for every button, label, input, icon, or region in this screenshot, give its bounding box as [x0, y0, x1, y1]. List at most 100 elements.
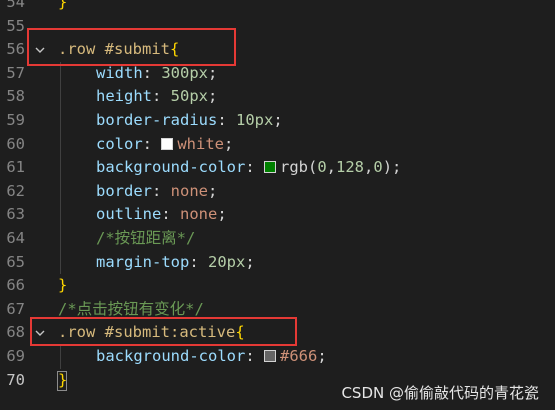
- line-number: 54: [6, 0, 25, 11]
- property-token: background-color: [96, 158, 246, 177]
- punctuation-token: :: [245, 347, 264, 365]
- line-number: 57: [6, 63, 25, 82]
- number-token: 10px: [236, 111, 274, 129]
- punctuation-token: ;: [217, 205, 227, 224]
- punctuation-token: :: [217, 111, 236, 129]
- punctuation-token: :: [152, 181, 171, 200]
- line-number: 65: [6, 252, 25, 271]
- punctuation-token: ;: [208, 87, 218, 106]
- code-line[interactable]: 64 /*按钮距离*/: [0, 227, 555, 251]
- color-swatch[interactable]: [263, 350, 276, 362]
- code-text: /*按钮距离*/: [96, 227, 195, 251]
- comment-token: /*按钮距离*/: [96, 229, 196, 247]
- brace-token: }: [58, 370, 68, 389]
- line-number: 66: [6, 276, 25, 295]
- code-line[interactable]: 60 color: white;: [0, 132, 555, 157]
- line-number: 63: [6, 205, 25, 224]
- brace-token: }: [58, 0, 68, 11]
- highlight-box-submit: [27, 28, 236, 66]
- indent-guide: [60, 179, 61, 204]
- number-token: 20px: [208, 252, 246, 271]
- property-token: outline: [96, 205, 162, 224]
- code-line[interactable]: 63 outline: none;: [0, 203, 555, 227]
- value-token: none: [170, 181, 208, 200]
- line-number: 60: [6, 134, 25, 153]
- code-text: }: [58, 369, 67, 393]
- property-token: color: [96, 134, 143, 153]
- color-swatch[interactable]: [161, 137, 174, 150]
- line-number: 62: [6, 181, 25, 200]
- code-line[interactable]: 62 border: none;: [0, 179, 555, 204]
- line-number: 58: [6, 87, 25, 106]
- line-number: 70: [6, 370, 25, 389]
- indent-guide: [60, 156, 61, 180]
- line-number: 67: [6, 299, 25, 318]
- punctuation-token: ,: [326, 158, 336, 177]
- code-text: background-color: rgb(0,128,0);: [96, 156, 401, 180]
- number-token: 50px: [170, 87, 208, 106]
- punctuation-token: ,: [364, 158, 374, 177]
- code-line[interactable]: 59 border-radius: 10px;: [0, 109, 555, 133]
- code-line[interactable]: 58 height: 50px;: [0, 85, 555, 109]
- code-text: height: 50px;: [96, 85, 217, 109]
- code-text: }: [58, 0, 67, 15]
- punctuation-token: :: [189, 252, 208, 271]
- code-line[interactable]: 69 background-color: #666;: [0, 345, 555, 369]
- indent-guide: [60, 203, 61, 227]
- punctuation-token: ;: [224, 134, 234, 153]
- code-text: margin-top: 20px;: [96, 251, 255, 275]
- punctuation-token: :: [142, 134, 162, 153]
- code-text: }: [58, 274, 67, 298]
- punctuation-token: ;: [245, 252, 255, 271]
- code-text: color: white;: [96, 133, 233, 157]
- property-token: border: [96, 181, 152, 200]
- indent-guide: [60, 132, 61, 157]
- punctuation-token: ;: [208, 181, 218, 200]
- number-token: 0: [373, 158, 383, 177]
- number-token: 0: [317, 158, 327, 177]
- property-token: border-radius: [96, 111, 218, 129]
- property-token: height: [96, 87, 152, 106]
- number-token: 128: [336, 158, 364, 177]
- line-number: 69: [6, 347, 25, 365]
- line-number: 59: [6, 111, 25, 129]
- code-text: border-radius: 10px;: [96, 109, 283, 133]
- color-swatch[interactable]: [263, 161, 276, 174]
- value-token: #666: [279, 347, 318, 365]
- code-line[interactable]: 66}: [0, 274, 555, 298]
- indent-guide: [60, 85, 61, 109]
- line-number: 64: [6, 229, 25, 247]
- number-token: 300px: [161, 63, 209, 82]
- line-number: 61: [6, 158, 25, 177]
- value-token: white: [177, 134, 225, 153]
- code-line[interactable]: 65 margin-top: 20px;: [0, 250, 555, 275]
- code-line[interactable]: 54}: [0, 0, 555, 15]
- value-token: none: [180, 205, 218, 224]
- punctuation-token: rgb(: [279, 158, 318, 177]
- indent-guide: [60, 345, 61, 369]
- property-token: background-color: [96, 347, 246, 365]
- property-token: width: [96, 63, 143, 82]
- punctuation-token: ;: [273, 111, 283, 129]
- line-number: 56: [6, 40, 25, 59]
- line-number: 55: [6, 16, 25, 35]
- indent-guide: [60, 250, 61, 275]
- code-text: background-color: #666;: [96, 345, 327, 369]
- punctuation-token: :: [152, 87, 171, 106]
- property-token: margin-top: [96, 252, 190, 271]
- punctuation-token: ;: [317, 347, 327, 365]
- punctuation-token: :: [161, 205, 180, 224]
- indent-guide: [60, 109, 61, 133]
- punctuation-token: ;: [208, 63, 218, 82]
- comment-token: /*点击按钮有变化*/: [58, 299, 204, 318]
- brace-token: }: [58, 276, 68, 295]
- code-text: outline: none;: [96, 203, 227, 227]
- watermark: CSDN @偷偷敲代码的青花瓷: [341, 384, 539, 402]
- code-text: border: none;: [96, 180, 217, 204]
- highlight-box-submit-active: [30, 317, 297, 346]
- punctuation-token: );: [382, 158, 402, 177]
- indent-guide: [60, 227, 61, 251]
- punctuation-token: :: [142, 63, 162, 82]
- code-line[interactable]: 61 background-color: rgb(0,128,0);: [0, 156, 555, 180]
- punctuation-token: :: [245, 158, 264, 177]
